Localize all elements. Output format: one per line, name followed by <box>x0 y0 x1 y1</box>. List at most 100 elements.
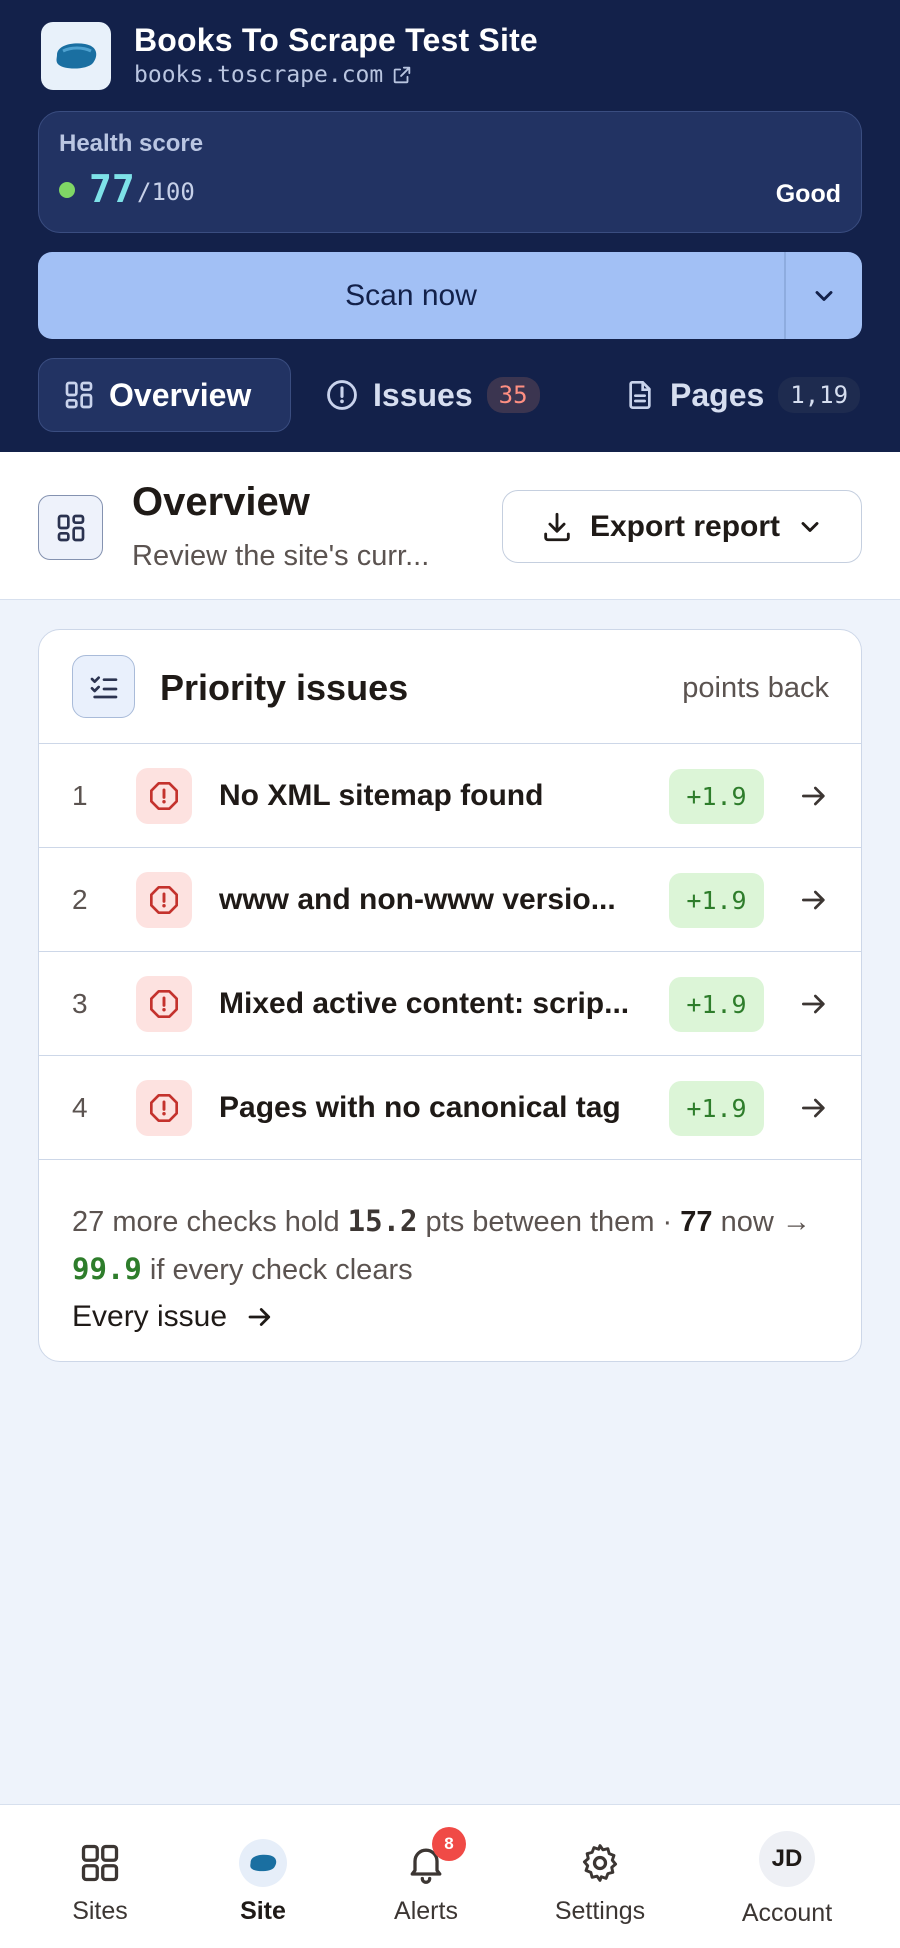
issue-severity-icon <box>136 872 192 928</box>
chevron-down-icon <box>815 290 833 301</box>
issue-title: www and non-www versio... <box>219 848 639 952</box>
export-report-button[interactable]: Export report <box>502 490 862 563</box>
summary-text: now → <box>712 1206 811 1238</box>
nav-label: Site <box>240 1897 286 1925</box>
pages-count-badge: 1,19 <box>778 377 861 413</box>
tab-pages[interactable]: Pages 1,19 <box>624 358 900 432</box>
download-icon <box>544 512 570 541</box>
nav-item-account[interactable]: JD Account <box>712 1805 862 1948</box>
health-status-dot <box>59 182 75 198</box>
points-back-label: points back <box>682 672 829 704</box>
health-score-value: 77 <box>89 167 135 211</box>
issue-title: No XML sitemap found <box>219 744 639 848</box>
grid-icon <box>65 381 93 409</box>
issues-count-badge: 35 <box>486 377 540 413</box>
page-subtitle: Review the site's curr... <box>132 540 430 572</box>
remaining-checks-summary: 27 more checks hold 15.2 pts between the… <box>72 1198 832 1294</box>
priority-issues-header: Priority issues points back <box>39 630 861 744</box>
nav-item-settings[interactable]: Settings <box>525 1805 675 1948</box>
tab-overview-label: Overview <box>109 376 252 413</box>
issue-title: Mixed active content: scrip... <box>219 952 639 1056</box>
health-score-card: Health score 77 /100 Good <box>38 111 862 233</box>
issue-title-text: No XML sitemap found <box>219 779 544 812</box>
issue-row[interactable]: 4 Pages with no canonical tag +1.9 <box>39 1056 861 1160</box>
nav-item-site[interactable]: Site <box>188 1805 338 1948</box>
health-status-text: Good <box>775 180 841 208</box>
tab-pages-label: Pages <box>670 376 765 413</box>
arrow-right-icon[interactable] <box>794 880 834 920</box>
issue-row[interactable]: 3 Mixed active content: scrip... +1.9 <box>39 952 861 1056</box>
summary-text: pts between them · <box>417 1206 681 1238</box>
every-issue-label: Every issue <box>72 1300 228 1333</box>
issue-severity-icon <box>136 976 192 1032</box>
summary-target-score: 99.9 <box>72 1252 142 1286</box>
issue-title-text: www and non-www versio... <box>219 883 616 916</box>
priority-issues-title: Priority issues <box>160 667 409 708</box>
site-url-link[interactable]: books.toscrape.com <box>134 62 413 88</box>
grid-icon <box>76 1839 124 1887</box>
site-title: Books To Scrape Test Site <box>134 22 538 58</box>
alerts-count-badge: 8 <box>432 1827 466 1861</box>
issue-points-badge: +1.9 <box>669 769 764 824</box>
checklist-icon-box <box>72 655 135 718</box>
site-favicon-icon <box>56 43 97 69</box>
arrow-right-icon[interactable] <box>794 1088 834 1128</box>
summary-points: 15.2 <box>347 1204 418 1238</box>
alert-octagon-icon <box>150 990 178 1018</box>
issue-severity-icon <box>136 768 192 824</box>
nav-item-alerts[interactable]: 8 Alerts <box>351 1805 501 1948</box>
scan-now-button-group: Scan now <box>38 252 862 339</box>
arrow-right-icon <box>248 1308 271 1326</box>
grid-icon <box>57 514 84 541</box>
alert-octagon-icon <box>150 782 178 810</box>
issue-rank: 3 <box>72 988 88 1019</box>
summary-text: 27 more checks hold <box>72 1206 348 1238</box>
every-issue-link[interactable]: Every issue <box>72 1300 275 1334</box>
alert-octagon-icon <box>150 1094 178 1122</box>
avatar: JD <box>759 1831 815 1887</box>
issue-title-text: Mixed active content: scrip... <box>219 987 630 1020</box>
scan-options-dropdown[interactable] <box>786 252 862 339</box>
bottom-navigation: Sites Site 8 Alerts Settings JD Account <box>0 1804 900 1948</box>
external-link-icon <box>394 66 411 84</box>
site-favicon-icon <box>239 1839 287 1887</box>
nav-label: Alerts <box>394 1897 458 1925</box>
bell-icon: 8 <box>402 1827 466 1887</box>
issue-rank: 4 <box>72 1092 88 1123</box>
issue-row[interactable]: 1 No XML sitemap found +1.9 <box>39 744 861 848</box>
gear-icon <box>576 1839 624 1887</box>
tab-issues[interactable]: Issues 35 <box>325 358 540 432</box>
issue-rank: 1 <box>72 780 88 811</box>
arrow-right-icon[interactable] <box>794 984 834 1024</box>
tab-issues-label: Issues <box>373 376 473 413</box>
issue-severity-icon <box>136 1080 192 1136</box>
nav-label: Settings <box>554 1897 646 1925</box>
issue-row[interactable]: 2 www and non-www versio... +1.9 <box>39 848 861 952</box>
summary-current-score: 77 <box>680 1206 713 1238</box>
health-score-label: Health score <box>59 130 204 157</box>
alert-octagon-icon <box>150 886 178 914</box>
site-logo <box>41 22 111 90</box>
issue-title-text: Pages with no canonical tag <box>219 1091 621 1124</box>
nav-item-sites[interactable]: Sites <box>25 1805 175 1948</box>
nav-label: Sites <box>72 1897 128 1925</box>
export-report-label: Export report <box>589 509 781 543</box>
nav-label: Account <box>741 1899 833 1927</box>
chevron-down-icon <box>801 521 819 532</box>
document-icon <box>629 381 651 409</box>
page-title: Overview <box>132 480 310 524</box>
site-header: Books To Scrape Test Site books.toscrape… <box>0 0 900 452</box>
checklist-icon <box>90 675 117 698</box>
issue-points-badge: +1.9 <box>669 977 764 1032</box>
summary-text: if every check clears <box>141 1254 413 1286</box>
scan-now-button[interactable]: Scan now <box>38 252 784 339</box>
alert-circle-icon <box>327 380 357 410</box>
issue-rank: 2 <box>72 884 88 915</box>
site-url-text: books.toscrape.com <box>134 62 384 88</box>
overview-section-icon <box>38 495 103 560</box>
health-score-max: /100 <box>137 178 195 206</box>
issue-title: Pages with no canonical tag <box>219 1056 639 1160</box>
arrow-right-icon[interactable] <box>794 776 834 816</box>
priority-issues-card: Priority issues points back 1 No XML sit… <box>38 629 862 1362</box>
tab-overview[interactable]: Overview <box>38 358 291 432</box>
